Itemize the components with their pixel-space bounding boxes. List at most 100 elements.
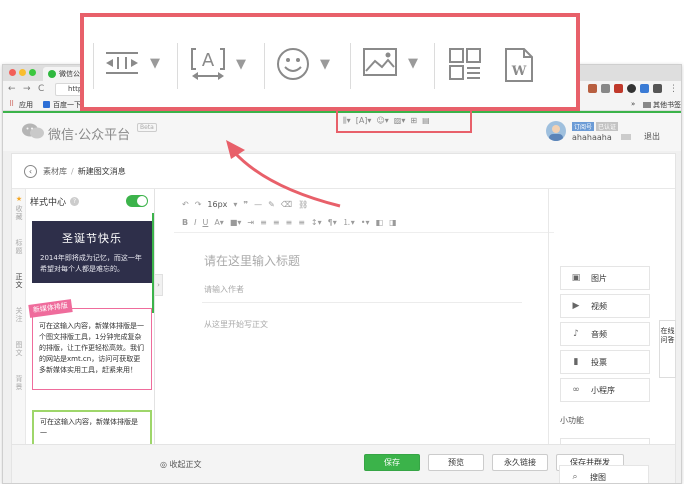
emoji-button[interactable]: ▼ (276, 47, 330, 81)
extension-icon[interactable] (640, 84, 649, 93)
insert-video-button[interactable]: ▶ 视频 (560, 294, 650, 318)
insert-image-button[interactable]: ▣ 图片 (560, 266, 650, 290)
style-sample-christmas[interactable]: 圣诞节快乐 2014年即将成为记忆，而这一年希望对每个人都是难忘的。 (32, 221, 152, 283)
float-left-icon[interactable]: ◧ (376, 218, 384, 227)
breadcrumb-separator: / (71, 166, 74, 176)
insert-poll-button[interactable]: ▮ 投票 (560, 350, 650, 374)
background-color-icon[interactable]: ■▾ (230, 218, 242, 227)
menu-dots-icon[interactable]: ⋮ (669, 84, 678, 94)
extension-icon[interactable] (614, 84, 623, 93)
breadcrumb-parent[interactable]: 素材库 (43, 166, 67, 177)
sample-body: 可在这输入内容，新媒体排版是一个图文排版工具，1分钟完成复杂的排版，让工作更轻松… (39, 322, 144, 374)
bookmark-baidu[interactable]: 百度一下, (53, 100, 83, 110)
quote-icon[interactable]: ❞ (243, 200, 248, 209)
word-import-icon[interactable]: ▤ (422, 116, 430, 125)
format-brush-icon[interactable]: ✎ (268, 200, 275, 209)
tab-favorites[interactable]: 收藏 (14, 205, 24, 221)
body-editor[interactable]: 从这里开始写正文 (204, 319, 268, 330)
template-grid-button[interactable] (448, 47, 482, 81)
text-spacing-icon[interactable]: [A]▾ (356, 116, 372, 125)
extension-icon[interactable] (601, 84, 610, 93)
insert-label: 视频 (591, 301, 607, 311)
collapse-body-button[interactable]: ◎ 收起正文 (160, 459, 202, 470)
undo-icon[interactable]: ↶ (182, 200, 189, 209)
extension-icon[interactable] (588, 84, 597, 93)
bold-icon[interactable]: B (182, 218, 188, 227)
tab-title[interactable]: 标题 (14, 239, 24, 255)
toolbar-separator (434, 43, 435, 89)
mail-icon[interactable] (621, 134, 631, 140)
align-center-icon[interactable]: ≡ (273, 218, 280, 227)
apps-grid-icon[interactable]: ⠿ (9, 100, 14, 108)
align-left-icon[interactable]: ≡ (260, 218, 267, 227)
back-circle-icon[interactable]: ‹ (24, 164, 37, 178)
tab-image-text[interactable]: 图文 (14, 341, 24, 357)
tab-background[interactable]: 背景 (14, 375, 24, 391)
justify-icon[interactable]: ≡ (298, 218, 305, 227)
editor-toolbar-row-2: B I U A▾ ■▾ ⇥ ≡ ≡ ≡ ≡ ↕▾ ¶▾ ⒈▾ •▾ ◧ ◨ (182, 214, 552, 230)
account-name[interactable]: ahahaaha (572, 133, 612, 142)
font-color-icon[interactable]: A▾ (214, 218, 224, 227)
sample-badge: 新媒体排版 (28, 299, 73, 318)
link-icon[interactable]: ⛓ (298, 200, 308, 209)
insert-miniprogram-button[interactable]: ∞ 小程序 (560, 378, 650, 402)
bookmark-apps[interactable]: 应用 (19, 100, 33, 110)
word-import-button[interactable]: W (504, 47, 534, 83)
permalink-button[interactable]: 永久链接 (492, 454, 548, 471)
image-insert-button[interactable]: ▼ (362, 47, 418, 79)
ordered-list-icon[interactable]: ⒈▾ (343, 217, 355, 228)
scrollbar[interactable] (152, 213, 154, 313)
save-button[interactable]: 保存 (364, 454, 420, 471)
star-icon[interactable] (627, 84, 636, 93)
divider (202, 302, 522, 303)
reload-icon[interactable]: C (38, 84, 44, 94)
letter-spacing-button[interactable]: ▼ (104, 49, 160, 77)
line-spacing-icon[interactable]: ↕▾ (311, 218, 322, 227)
paragraph-spacing-icon[interactable]: ¶▾ (328, 218, 337, 227)
style-sample-pink-box[interactable]: 新媒体排版 可在这输入内容，新媒体排版是一个图文排版工具，1分钟完成复杂的排版，… (28, 299, 152, 390)
indent-icon[interactable]: ⇥ (247, 218, 254, 227)
logout-link[interactable]: 退出 (644, 131, 660, 142)
star-icon: ★ (15, 195, 23, 203)
image-icon[interactable]: ▨▾ (394, 116, 406, 125)
preview-button[interactable]: 预览 (428, 454, 484, 471)
avatar[interactable] (546, 121, 566, 141)
float-right-icon[interactable]: ◨ (389, 218, 397, 227)
emoji-icon[interactable]: ☺▾ (376, 116, 388, 125)
style-sample-green-box[interactable]: 可在这输入内容，新媒体排版是一 (32, 410, 152, 444)
tab-body[interactable]: 正文 (14, 273, 24, 289)
minimize-window-button[interactable] (19, 69, 26, 76)
template-grid-icon (449, 48, 481, 80)
redo-icon[interactable]: ↷ (195, 200, 202, 209)
style-center-toggle[interactable] (126, 195, 148, 207)
align-right-icon[interactable]: ≡ (286, 218, 293, 227)
collapse-panel-handle[interactable]: › (155, 274, 163, 296)
horizontal-rule-icon[interactable]: — (254, 200, 262, 209)
maximize-window-button[interactable] (29, 69, 36, 76)
author-input[interactable]: 请输入作者 (204, 284, 244, 295)
back-arrow-icon[interactable]: ← (8, 84, 16, 94)
bookmarks-more[interactable]: » (631, 100, 635, 108)
tab-follow[interactable]: 关注 (14, 307, 24, 323)
online-qa-tab[interactable]: 在线问答 (659, 320, 676, 378)
bookmark-other[interactable]: 其他书签 (653, 100, 681, 110)
help-icon[interactable]: ? (70, 196, 80, 206)
chevron-down-icon[interactable]: ▾ (233, 200, 237, 209)
title-input[interactable]: 请在这里输入标题 (204, 252, 300, 269)
underline-icon[interactable]: U (202, 218, 208, 227)
chevron-down-icon: ▼ (320, 56, 330, 72)
search-image-button[interactable]: ⌕ 搜图 (559, 465, 649, 483)
extension-icon[interactable] (653, 84, 662, 93)
text-spacing-button[interactable]: A ▼ (190, 47, 246, 81)
template-grid-icon[interactable]: ⊞ (410, 116, 417, 125)
forward-arrow-icon[interactable]: → (23, 84, 31, 94)
clear-format-icon[interactable]: ⌫ (281, 200, 292, 209)
image-icon (363, 48, 397, 76)
letter-spacing-icon[interactable]: ⫼▾ (343, 116, 351, 126)
close-window-button[interactable] (9, 69, 16, 76)
unordered-list-icon[interactable]: •▾ (361, 218, 370, 227)
italic-icon[interactable]: I (194, 218, 196, 227)
insert-audio-button[interactable]: ♪ 音频 (560, 322, 650, 346)
platform-title[interactable]: 微信·公众平台 (48, 124, 130, 143)
font-size-select[interactable]: 16px (207, 200, 227, 209)
